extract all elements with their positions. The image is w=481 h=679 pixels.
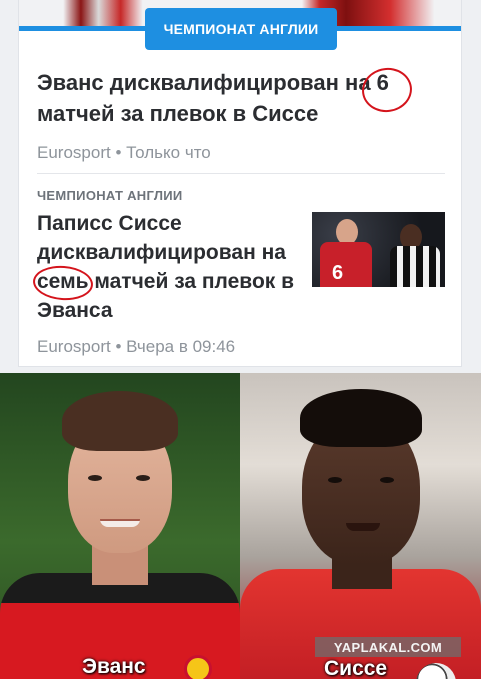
article-headline[interactable]: Паписс Сиссе дисквалифицирован на семь м… [37,209,307,325]
article-meta: Eurosport • Вчера в 09:46 [37,337,235,357]
photo-caption: Сиссе [324,657,388,679]
news-card: ЧЕМПИОНАТ АНГЛИИ Эванс дисквалифицирован… [18,0,462,367]
thumbnail-shirt-number: 6 [332,262,344,284]
article-source[interactable]: Eurosport [37,143,111,162]
headline-text: Эванс дисквалифицирован на [37,70,377,95]
headline-text: матчей за плевок в Сиссе [37,101,319,126]
headline-text: Паписс Сиссе дисквалифицирован на [37,212,286,264]
club-crest-icon [184,655,212,679]
player-photo-right: YAPLAKAL.COM Сиссе [240,373,481,679]
player-photo-left: Эванс [0,373,240,679]
photo-caption: Эванс [82,655,146,678]
article-category[interactable]: ЧЕМПИОНАТ АНГЛИИ [37,188,183,203]
article-time: Вчера в 09:46 [126,337,236,356]
article-time: Только что [126,143,211,162]
category-badge[interactable]: ЧЕМПИОНАТ АНГЛИИ [145,8,337,50]
watermark: YAPLAKAL.COM [315,637,461,657]
article-source[interactable]: Eurosport [37,337,111,356]
divider [37,173,445,174]
article-thumbnail[interactable]: 6 [312,212,445,287]
meta-separator: • [115,143,122,162]
meta-separator: • [115,337,122,356]
article-meta: Eurosport • Только что [37,143,211,163]
